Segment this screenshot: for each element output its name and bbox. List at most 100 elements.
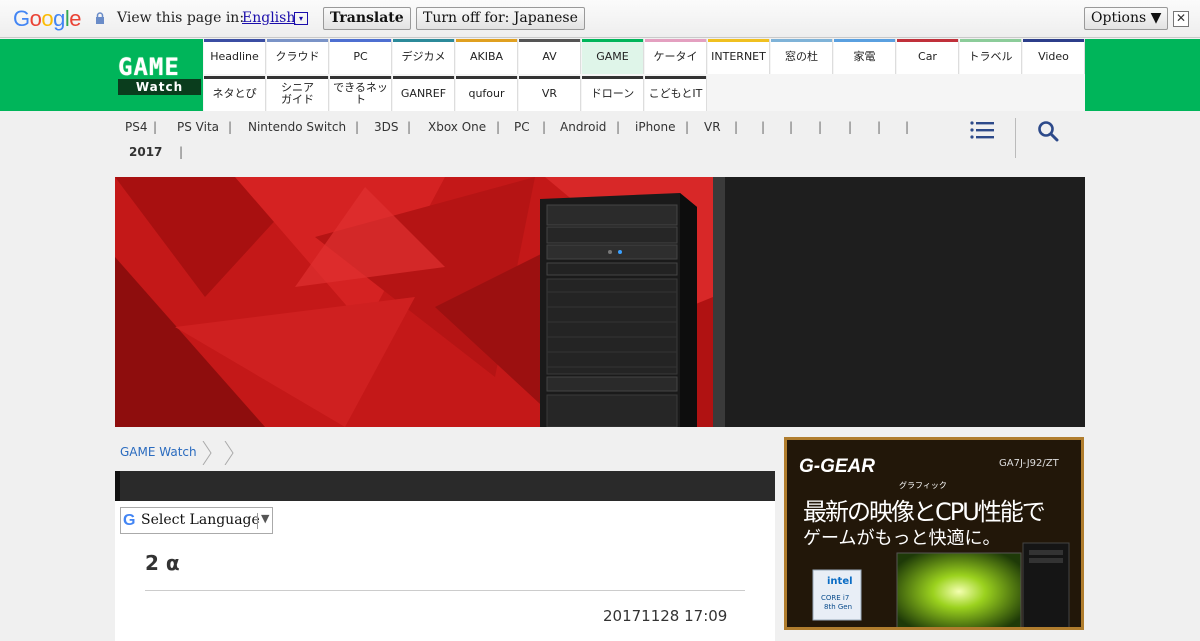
nav-tab-label: トラベル: [968, 49, 1013, 63]
nav-tab-color-bar: [204, 39, 265, 42]
nav-tab-color-bar: [834, 39, 895, 42]
nav-tab-color-bar: [1023, 39, 1084, 42]
subnav-link[interactable]: PC: [514, 120, 530, 134]
nav-tab[interactable]: 家電: [834, 39, 896, 74]
nav-tab[interactable]: 窓の杜: [771, 39, 833, 74]
subnav-year-link[interactable]: 2017: [129, 145, 162, 159]
turn-off-button[interactable]: Turn off for: Japanese: [416, 7, 585, 30]
subnav-link[interactable]: VR: [704, 120, 721, 134]
ad-headline-2: ゲームがもっと快適に。: [803, 528, 1001, 549]
intel-badge-line2: 8th Gen: [824, 603, 853, 611]
nav-tab-color-bar: [393, 39, 454, 42]
subnav-separator: |: [905, 120, 910, 134]
g-gear-ad[interactable]: G-GEAR GA7J-J92/ZT グラフィック 最新の映像とCPU性能で ゲ…: [784, 437, 1084, 630]
nav-tab[interactable]: AKIBA: [456, 39, 518, 74]
nav-tab[interactable]: VR: [519, 76, 581, 111]
subnav-separator: |: [407, 120, 412, 134]
select-language-label: Select Language: [141, 512, 260, 528]
site-logo[interactable]: GAME Watch: [115, 39, 203, 111]
nav-tab-color-bar: [960, 39, 1021, 42]
breadcrumb-home-link[interactable]: GAME Watch: [120, 445, 197, 459]
nav-tab[interactable]: トラベル: [960, 39, 1022, 74]
subnav-separator: |: [179, 145, 184, 159]
subnav-link[interactable]: Android: [560, 120, 606, 134]
intel-badge-line1: CORE i7: [821, 594, 850, 602]
options-button[interactable]: Options ▼: [1084, 7, 1169, 30]
nav-tab[interactable]: デジカメ: [393, 39, 455, 74]
nav-tab-color-bar: [267, 39, 328, 42]
nav-tab-color-bar: [645, 39, 706, 42]
nav-tab-label: GANREF: [400, 86, 447, 100]
language-dropdown-icon[interactable]: ▾: [294, 12, 308, 25]
nav-tab[interactable]: できるネット: [330, 76, 392, 111]
nav-tab-label: Headline: [210, 49, 259, 63]
nav-tab-label: クラウド: [275, 49, 320, 63]
lock-icon: [96, 12, 104, 24]
subnav-link[interactable]: 3DS: [374, 120, 399, 134]
subnav-link[interactable]: PS Vita: [177, 120, 219, 134]
subnav-link[interactable]: Nintendo Switch: [248, 120, 346, 134]
ad-headline-1: 最新の映像とCPU性能で: [803, 498, 1046, 526]
nav-tab[interactable]: Car: [897, 39, 959, 74]
nav-tab-label: Video: [1038, 49, 1069, 63]
subnav-link[interactable]: Xbox One: [428, 120, 486, 134]
chevron-right-icon: [224, 441, 234, 465]
site-header: GAME Watch Headline クラウド PC デジカメ AKIBA AV GAME…: [0, 39, 1200, 111]
pc-promo-banner[interactable]: [115, 177, 1085, 427]
subnav-separator: |: [355, 120, 360, 134]
select-divider: [257, 513, 258, 529]
nav-tab-color-bar: [204, 76, 265, 79]
menu-icon[interactable]: [970, 120, 994, 140]
chevron-down-icon: ▼: [261, 512, 270, 525]
chevron-right-icon: [202, 441, 212, 465]
nav-tab[interactable]: INTERNET: [708, 39, 770, 74]
banner-art: [115, 177, 725, 427]
nav-tab-color-bar: [393, 76, 454, 79]
nav-tab[interactable]: GANREF: [393, 76, 455, 111]
subnav-separator: |: [228, 120, 233, 134]
nav-tab-color-bar: [519, 76, 580, 79]
nav-tab-label: AKIBA: [469, 49, 504, 63]
subnav-link[interactable]: PS4: [125, 120, 148, 134]
subnav-separator: |: [542, 120, 547, 134]
nav-tab[interactable]: クラウド: [267, 39, 329, 74]
nav-tab[interactable]: qufour: [456, 76, 518, 111]
close-icon[interactable]: ✕: [1173, 11, 1189, 27]
select-language-dropdown[interactable]: G Select Language ▼: [120, 507, 273, 534]
nav-tab-color-bar: [330, 39, 391, 42]
nav-tab-label: GAME: [596, 49, 629, 63]
nav-tab[interactable]: ドローン: [582, 76, 644, 111]
section-title-bar: [115, 471, 775, 501]
logo-watch-text: Watch: [118, 79, 201, 95]
nav-tab[interactable]: GAME: [582, 39, 644, 74]
nav-tab-label: ネタとぴ: [212, 86, 257, 100]
nav-tab[interactable]: Headline: [204, 39, 266, 74]
nav-tab-color-bar: [456, 39, 517, 42]
nav-tab-label: qufour: [468, 86, 505, 100]
nav-tab[interactable]: Video: [1023, 39, 1085, 74]
target-language-link[interactable]: English: [242, 10, 295, 26]
translate-button[interactable]: Translate: [323, 7, 411, 30]
nav-tab[interactable]: ネタとぴ: [204, 76, 266, 111]
nav-tab-color-bar: [897, 39, 958, 42]
subnav-link[interactable]: iPhone: [635, 120, 676, 134]
ad-ruby: グラフィック: [899, 481, 947, 490]
header-divider: [1015, 118, 1016, 158]
nav-tab[interactable]: シニア ガイド: [267, 76, 329, 111]
nav-tab[interactable]: こどもとIT: [645, 76, 707, 111]
nav-tab-label: デジカメ: [401, 49, 446, 63]
nav-tab-color-bar: [771, 39, 832, 42]
nav-tab-color-bar: [330, 76, 391, 79]
translate-label: View this page in:: [117, 10, 245, 26]
header-inner: GAME Watch Headline クラウド PC デジカメ AKIBA AV GAME…: [115, 39, 1085, 111]
subnav-separator: |: [789, 120, 794, 134]
nav-tab-label: 家電: [853, 49, 876, 63]
translate-bar: Google View this page in: English ▾ Tran…: [0, 0, 1200, 38]
nav-tab[interactable]: ケータイ: [645, 39, 707, 74]
search-icon[interactable]: [1037, 120, 1059, 142]
nav-tab-label: Car: [918, 49, 937, 63]
subnav-separator: |: [877, 120, 882, 134]
google-logo: Google: [13, 6, 82, 31]
nav-tab[interactable]: PC: [330, 39, 392, 74]
nav-tab[interactable]: AV: [519, 39, 581, 74]
